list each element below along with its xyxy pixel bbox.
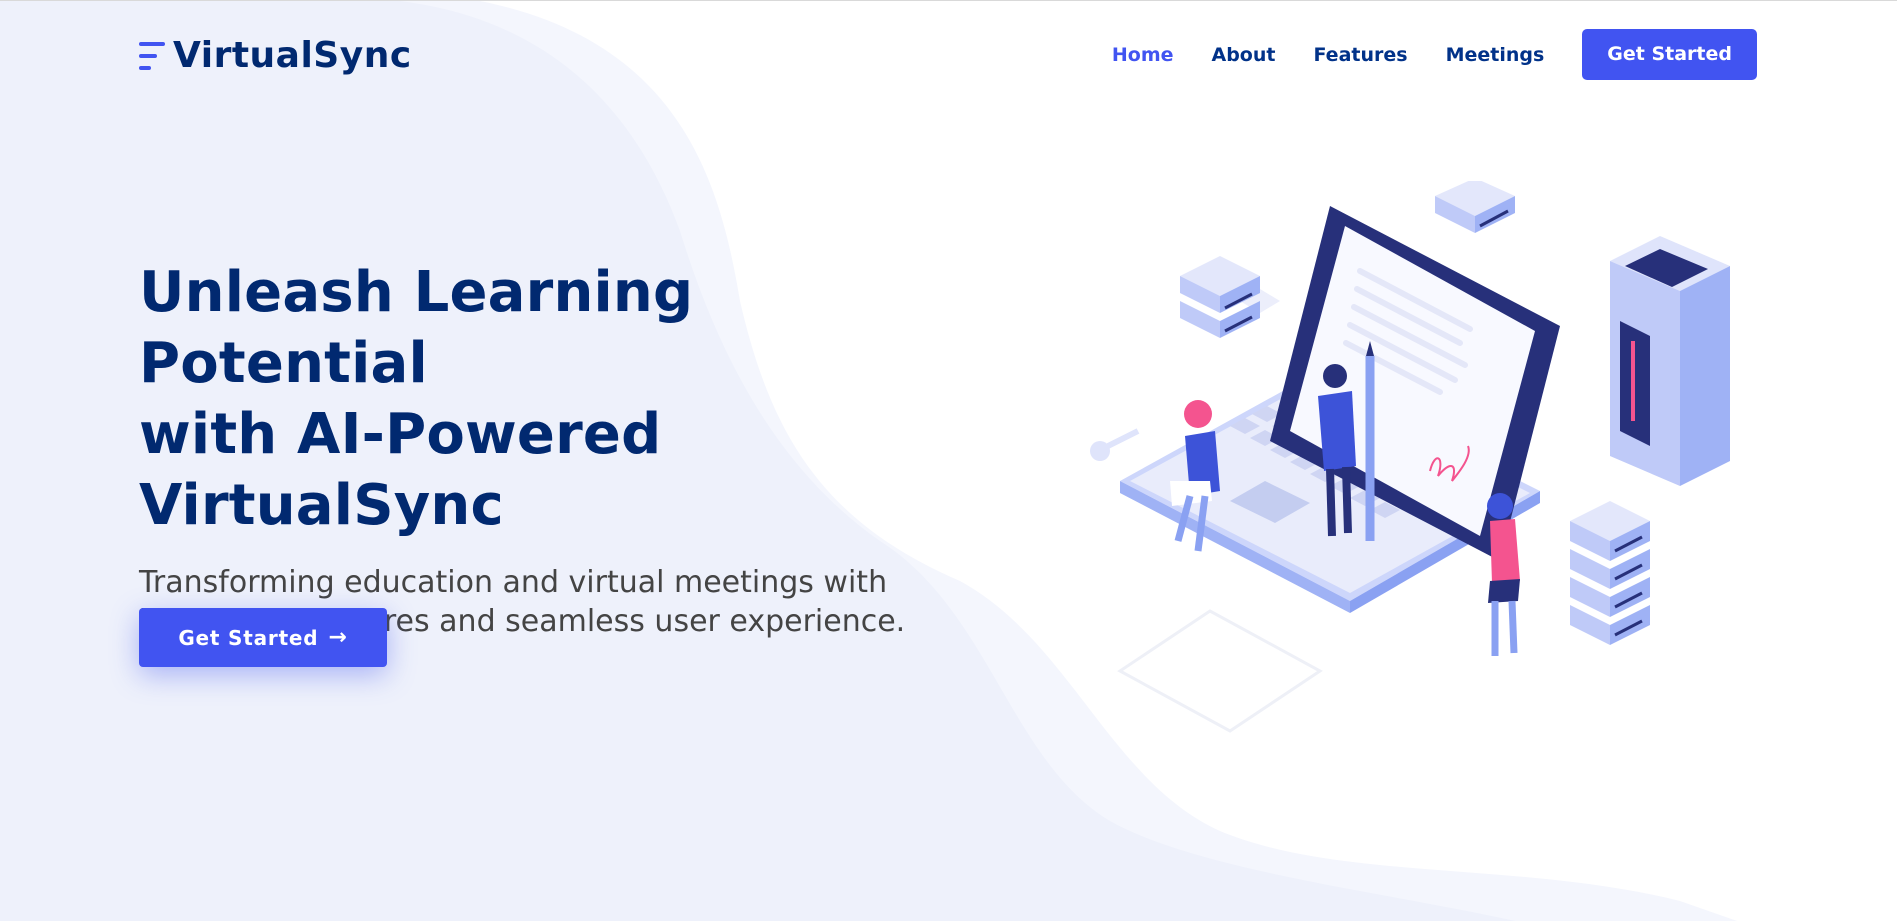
- nav-item-about[interactable]: About: [1212, 44, 1276, 66]
- page: VirtualSync Home About Features Meetings…: [0, 0, 1897, 921]
- nav-item-home[interactable]: Home: [1112, 44, 1174, 66]
- nav-item-meetings[interactable]: Meetings: [1446, 44, 1545, 66]
- hero-title: Unleash Learning Potential with AI-Power…: [139, 257, 999, 541]
- hero-title-line: Unleash Learning Potential: [139, 260, 694, 396]
- hero-get-started-button[interactable]: Get Started →: [139, 608, 387, 667]
- hero-title-line: with AI-Powered: [139, 402, 662, 467]
- site-header: VirtualSync Home About Features Meetings…: [0, 1, 1897, 107]
- logo-link[interactable]: VirtualSync: [139, 35, 412, 76]
- hero-section: Unleash Learning Potential with AI-Power…: [139, 257, 999, 641]
- hero-cta-label: Get Started: [178, 625, 319, 650]
- arrow-right-icon: →: [328, 625, 348, 650]
- logo-icon: [139, 38, 167, 74]
- nav-item-features[interactable]: Features: [1313, 44, 1407, 66]
- brand-name: VirtualSync: [173, 35, 412, 76]
- nav-get-started-button[interactable]: Get Started: [1582, 29, 1757, 80]
- main-nav: Home About Features Meetings Get Started: [1074, 29, 1757, 80]
- hero-subtitle-line: Transforming education and virtual meeti…: [139, 565, 888, 600]
- isometric-laptop-illustration: [1090, 181, 1730, 733]
- hero-title-line: VirtualSync: [139, 473, 504, 538]
